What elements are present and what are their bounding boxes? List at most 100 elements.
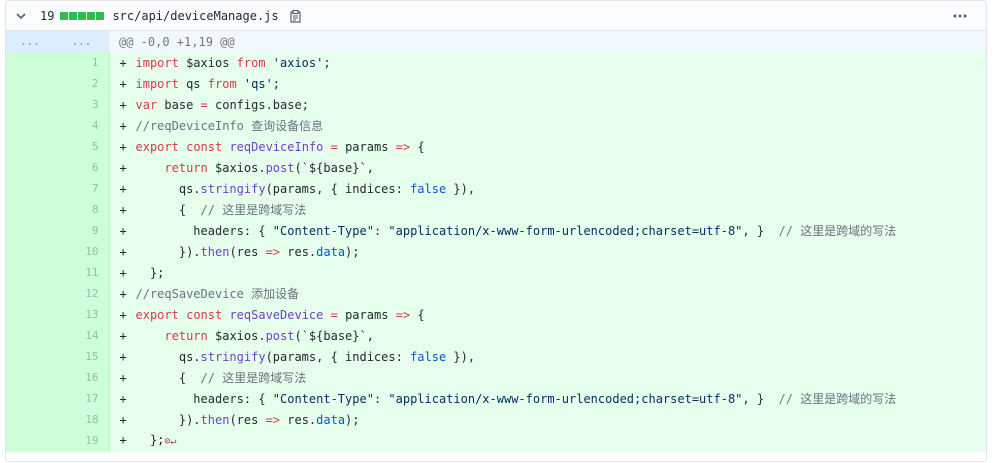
code-token: "Content-Type" xyxy=(272,391,374,406)
diff-line-row: 5 + export const reqDeviceInfo = params =>… xyxy=(6,136,986,157)
old-line-number[interactable] xyxy=(6,409,54,430)
diff-file: 19 src/api/deviceManage.js ... ... @@ -0… xyxy=(5,0,987,462)
code-token: stringify xyxy=(200,349,266,364)
new-line-number[interactable]: 6 xyxy=(54,157,110,178)
kebab-horizontal-icon[interactable] xyxy=(952,8,968,27)
code-token: $axios xyxy=(178,55,237,70)
code-token: ); xyxy=(345,412,360,427)
code-token: 'qs' xyxy=(236,76,273,91)
diff-line-row: 1 + import $axios from 'axios'; xyxy=(6,52,986,73)
new-line-number[interactable]: 12 xyxy=(54,283,110,304)
code-token: }). xyxy=(135,412,201,427)
new-line-number[interactable]: 13 xyxy=(54,304,110,325)
file-name[interactable]: src/api/deviceManage.js xyxy=(112,9,278,23)
diff-line-row: 9 + headers: { "Content-Type": "applicati… xyxy=(6,220,986,241)
code-token: (params, { indices: xyxy=(265,181,411,196)
clipboard-icon[interactable] xyxy=(287,8,303,24)
addition-marker: + xyxy=(119,307,127,322)
code-line: + qs.stringify(params, { indices: false … xyxy=(109,346,986,367)
code-line: + return $axios.post(`${base}`, xyxy=(109,157,986,178)
old-line-number[interactable] xyxy=(6,367,54,388)
old-line-number[interactable] xyxy=(6,262,54,283)
code-token: qs. xyxy=(135,349,201,364)
expand-new-button[interactable]: ... xyxy=(54,31,109,52)
code-line: + headers: { "Content-Type": "applicatio… xyxy=(109,388,986,409)
new-line-number[interactable]: 14 xyxy=(54,325,110,346)
new-line-number[interactable]: 7 xyxy=(54,178,110,199)
old-line-number[interactable] xyxy=(6,388,54,409)
new-line-number[interactable]: 2 xyxy=(54,73,110,94)
code-token: from xyxy=(236,55,266,70)
code-token: "Content-Type" xyxy=(272,223,374,238)
addition-marker: + xyxy=(119,328,127,343)
old-line-number[interactable] xyxy=(6,325,54,346)
new-line-number[interactable]: 19 xyxy=(54,430,110,452)
code-token: return xyxy=(164,328,208,343)
old-line-number[interactable] xyxy=(6,115,54,136)
addition-marker: + xyxy=(119,97,127,112)
old-line-number[interactable] xyxy=(6,73,54,94)
new-line-number[interactable]: 15 xyxy=(54,346,110,367)
code-token: { xyxy=(410,139,425,154)
old-line-number[interactable] xyxy=(6,346,54,367)
code-token: "application/x-www-form-urlencoded;chars… xyxy=(388,391,743,406)
old-line-number[interactable] xyxy=(6,220,54,241)
old-line-number[interactable] xyxy=(6,178,54,199)
addition-marker: + xyxy=(119,370,127,385)
diff-line-row: 11 + }; xyxy=(6,262,986,283)
old-line-number[interactable] xyxy=(6,430,54,452)
code-token: base xyxy=(157,97,201,112)
new-line-number[interactable]: 11 xyxy=(54,262,110,283)
new-line-number[interactable]: 10 xyxy=(54,241,110,262)
code-token: const xyxy=(186,139,223,154)
changes-count: 19 xyxy=(40,8,55,23)
new-line-number[interactable]: 3 xyxy=(54,94,110,115)
code-token: : xyxy=(373,223,389,238)
code-token: export xyxy=(135,139,179,154)
code-token: //reqSaveDevice 添加设备 xyxy=(135,286,300,301)
addition-marker: + xyxy=(119,139,127,154)
old-line-number[interactable] xyxy=(6,199,54,220)
new-line-number[interactable]: 1 xyxy=(54,52,110,73)
old-line-number[interactable] xyxy=(6,157,54,178)
code-token: }; xyxy=(135,265,165,280)
old-line-number[interactable] xyxy=(6,94,54,115)
expand-old-button[interactable]: ... xyxy=(6,31,54,52)
chevron-down-icon[interactable] xyxy=(6,1,36,31)
old-line-number[interactable] xyxy=(6,52,54,73)
new-line-number[interactable]: 18 xyxy=(54,409,110,430)
code-token: var xyxy=(135,97,158,112)
new-line-number[interactable]: 17 xyxy=(54,388,110,409)
addition-marker: + xyxy=(119,202,127,217)
new-line-number[interactable]: 9 xyxy=(54,220,110,241)
code-token: reqDeviceInfo xyxy=(229,139,324,154)
code-token: headers: { xyxy=(135,391,273,406)
addition-marker: + xyxy=(119,391,127,406)
new-line-number[interactable]: 5 xyxy=(54,136,110,157)
code-token: post xyxy=(265,160,295,175)
code-line: + import qs from 'qs'; xyxy=(109,73,986,94)
addition-marker: + xyxy=(119,55,127,70)
code-token: import xyxy=(135,76,179,91)
code-token: { xyxy=(135,202,201,217)
code-token: = xyxy=(330,139,338,154)
code-line: + import $axios from 'axios'; xyxy=(109,52,986,73)
old-line-number[interactable] xyxy=(6,136,54,157)
new-line-number[interactable]: 8 xyxy=(54,199,110,220)
code-token: ); xyxy=(345,244,360,259)
old-line-number[interactable] xyxy=(6,304,54,325)
file-header: 19 src/api/deviceManage.js xyxy=(6,1,986,31)
code-line: + { // 这里是跨域写法 xyxy=(109,199,986,220)
addition-marker: + xyxy=(119,181,127,196)
new-line-number[interactable]: 16 xyxy=(54,367,110,388)
code-line: + //reqSaveDevice 添加设备 xyxy=(109,283,986,304)
code-token: => xyxy=(395,307,411,322)
code-token: false xyxy=(410,349,447,364)
new-line-number[interactable]: 4 xyxy=(54,115,110,136)
old-line-number[interactable] xyxy=(6,283,54,304)
code-token: // 这里是跨域的写法 xyxy=(778,391,897,406)
old-line-number[interactable] xyxy=(6,241,54,262)
code-token: headers: { xyxy=(135,223,273,238)
